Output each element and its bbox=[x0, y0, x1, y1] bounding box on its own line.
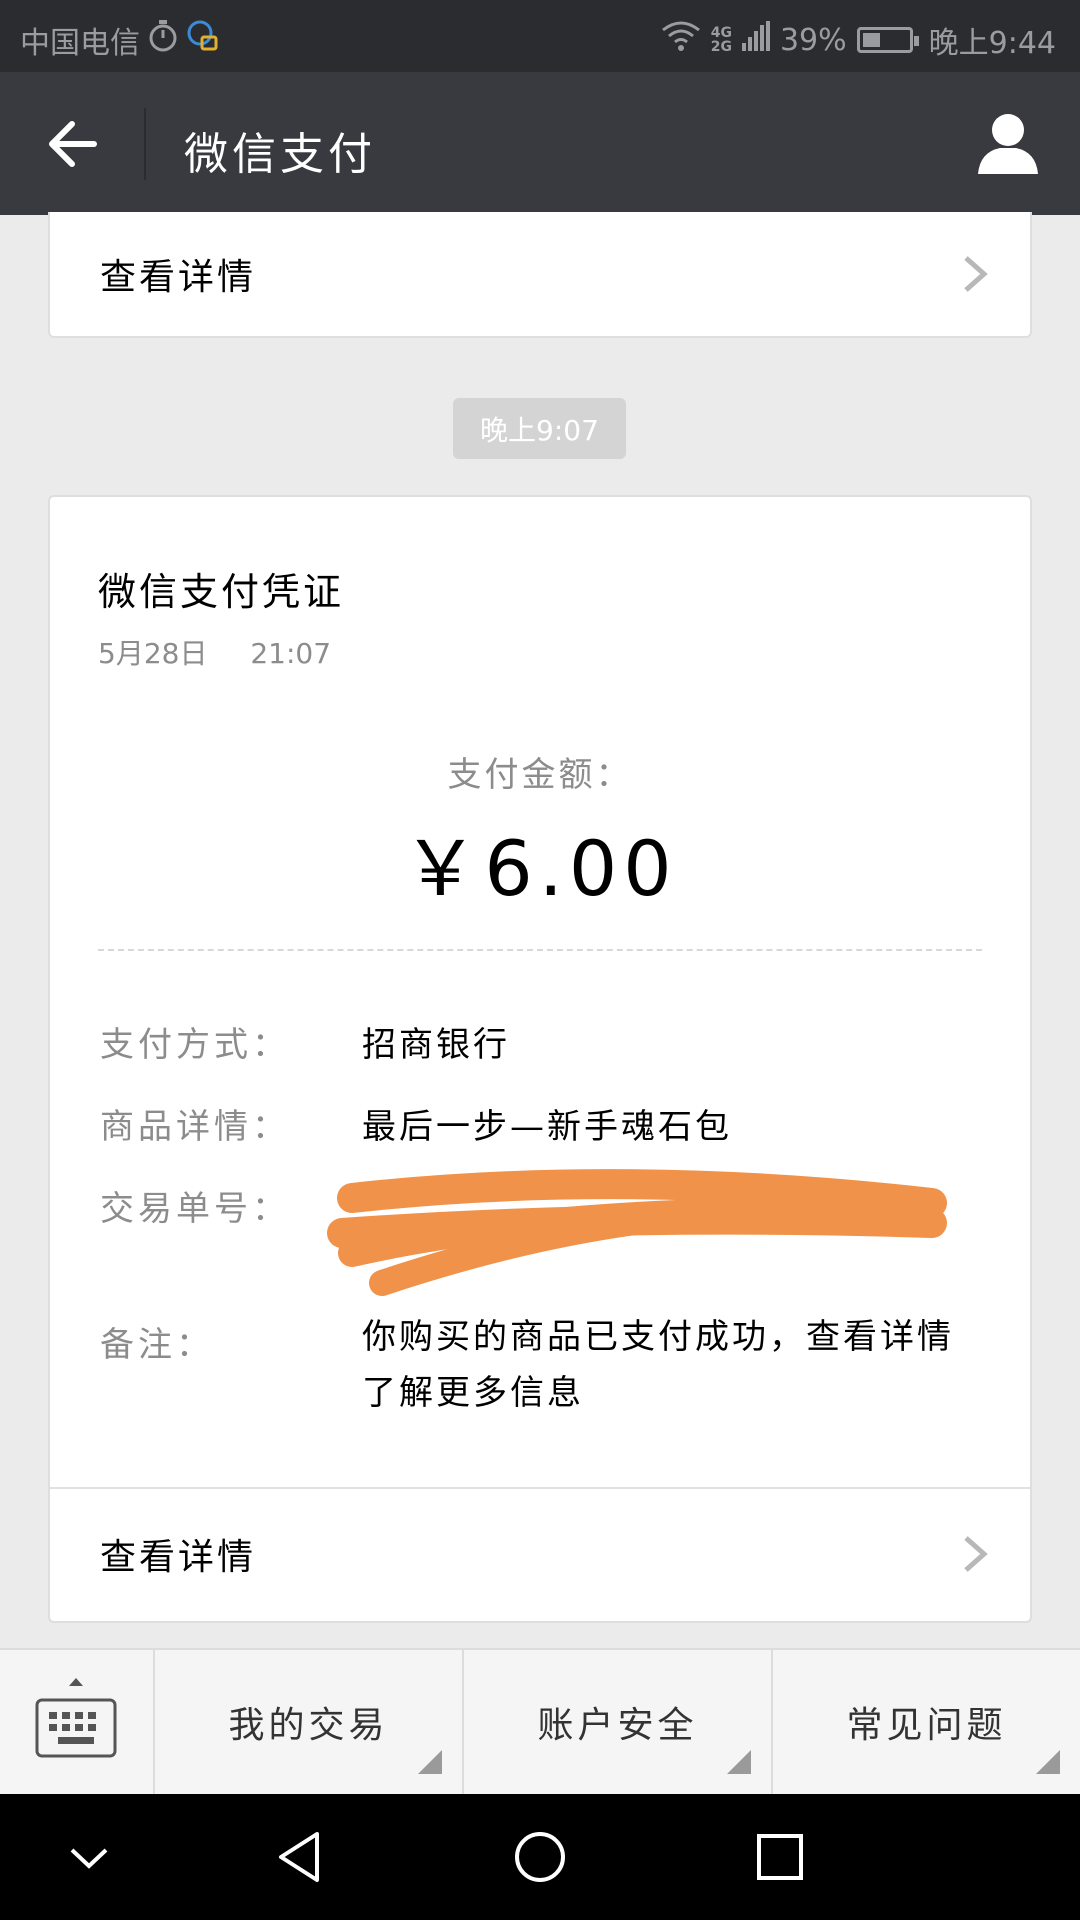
payment-method-label: 支付方式： bbox=[100, 1025, 290, 1065]
payment-method-value: 招商银行 bbox=[362, 1025, 510, 1065]
keyboard-icon bbox=[35, 1678, 117, 1758]
back-arrow-icon bbox=[49, 121, 97, 167]
voucher-time: 21:07 bbox=[250, 637, 332, 670]
wifi-icon bbox=[661, 20, 701, 60]
profile-button[interactable] bbox=[972, 108, 1044, 180]
bottom-menu-bar: 我的交易 账户安全 常见问题 bbox=[0, 1648, 1080, 1794]
chevron-down-icon[interactable] bbox=[54, 1822, 124, 1892]
view-details-label: 查看详情 bbox=[100, 257, 257, 298]
battery-fill bbox=[862, 33, 880, 47]
header-divider bbox=[144, 108, 146, 180]
menu-account-security[interactable]: 账户安全 bbox=[464, 1650, 773, 1794]
message-timestamp: 晚上9:07 bbox=[453, 398, 626, 459]
battery-percent: 39% bbox=[779, 22, 847, 58]
order-number-label: 交易单号： bbox=[100, 1189, 290, 1229]
chevron-right-icon bbox=[964, 1536, 988, 1572]
stopwatch-icon bbox=[148, 19, 178, 61]
view-details-row[interactable]: 查看详情 bbox=[50, 212, 1030, 336]
menu-my-transactions[interactable]: 我的交易 bbox=[155, 1650, 464, 1794]
voucher-view-details-row[interactable]: 查看详情 bbox=[50, 1489, 1030, 1619]
system-navigation-bar bbox=[0, 1794, 1080, 1920]
keyboard-toggle-button[interactable] bbox=[0, 1650, 155, 1794]
product-value: 最后一步—新手魂石包 bbox=[362, 1107, 732, 1147]
circle-home-icon[interactable] bbox=[505, 1822, 575, 1892]
status-time: 晚上9:44 bbox=[928, 26, 1056, 61]
remark-value: 你购买的商品已支付成功，查看详情了解更多信息 bbox=[362, 1317, 954, 1413]
back-button[interactable] bbox=[40, 112, 104, 176]
triangle-back-icon[interactable] bbox=[265, 1822, 335, 1892]
page-title: 微信支付 bbox=[184, 129, 376, 180]
remark-label: 备注： bbox=[100, 1325, 214, 1365]
network-type-label: 4G 2G bbox=[710, 25, 732, 55]
square-recent-icon[interactable] bbox=[745, 1822, 815, 1892]
dashed-divider bbox=[98, 949, 982, 951]
menu-my-transactions-label: 我的交易 bbox=[228, 1705, 389, 1746]
status-bar: 中国电信 4G 2G 39% 晚上9:44 bbox=[0, 0, 1080, 72]
submenu-corner-icon bbox=[727, 1750, 751, 1774]
voucher-date: 5月28日 bbox=[98, 637, 208, 670]
menu-faq-label: 常见问题 bbox=[846, 1705, 1007, 1746]
submenu-corner-icon bbox=[418, 1750, 442, 1774]
chevron-right-icon bbox=[964, 256, 988, 292]
submenu-corner-icon bbox=[1036, 1750, 1060, 1774]
voucher-datetime: 5月28日 21:07 bbox=[98, 632, 331, 672]
previous-message-card: 查看详情 bbox=[48, 212, 1032, 338]
amount-label: 支付金额： bbox=[447, 755, 633, 795]
signal-icon bbox=[741, 21, 770, 59]
voucher-view-details-label: 查看详情 bbox=[100, 1537, 257, 1578]
product-label: 商品详情： bbox=[100, 1107, 290, 1147]
menu-account-security-label: 账户安全 bbox=[537, 1705, 698, 1746]
chat-notification-icon bbox=[186, 19, 220, 61]
amount-value: ￥6.00 bbox=[402, 824, 678, 913]
menu-faq[interactable]: 常见问题 bbox=[773, 1650, 1080, 1794]
app-header: 微信支付 bbox=[0, 72, 1080, 215]
voucher-title: 微信支付凭证 bbox=[98, 570, 345, 614]
redaction-scribble bbox=[327, 1169, 947, 1296]
carrier-label: 中国电信 bbox=[20, 26, 140, 61]
person-icon bbox=[978, 114, 1038, 174]
payment-voucher-card: 微信支付凭证 5月28日 21:07 支付金额： ￥6.00 支付方式： 招商银… bbox=[48, 495, 1032, 1623]
battery-icon bbox=[856, 27, 919, 53]
